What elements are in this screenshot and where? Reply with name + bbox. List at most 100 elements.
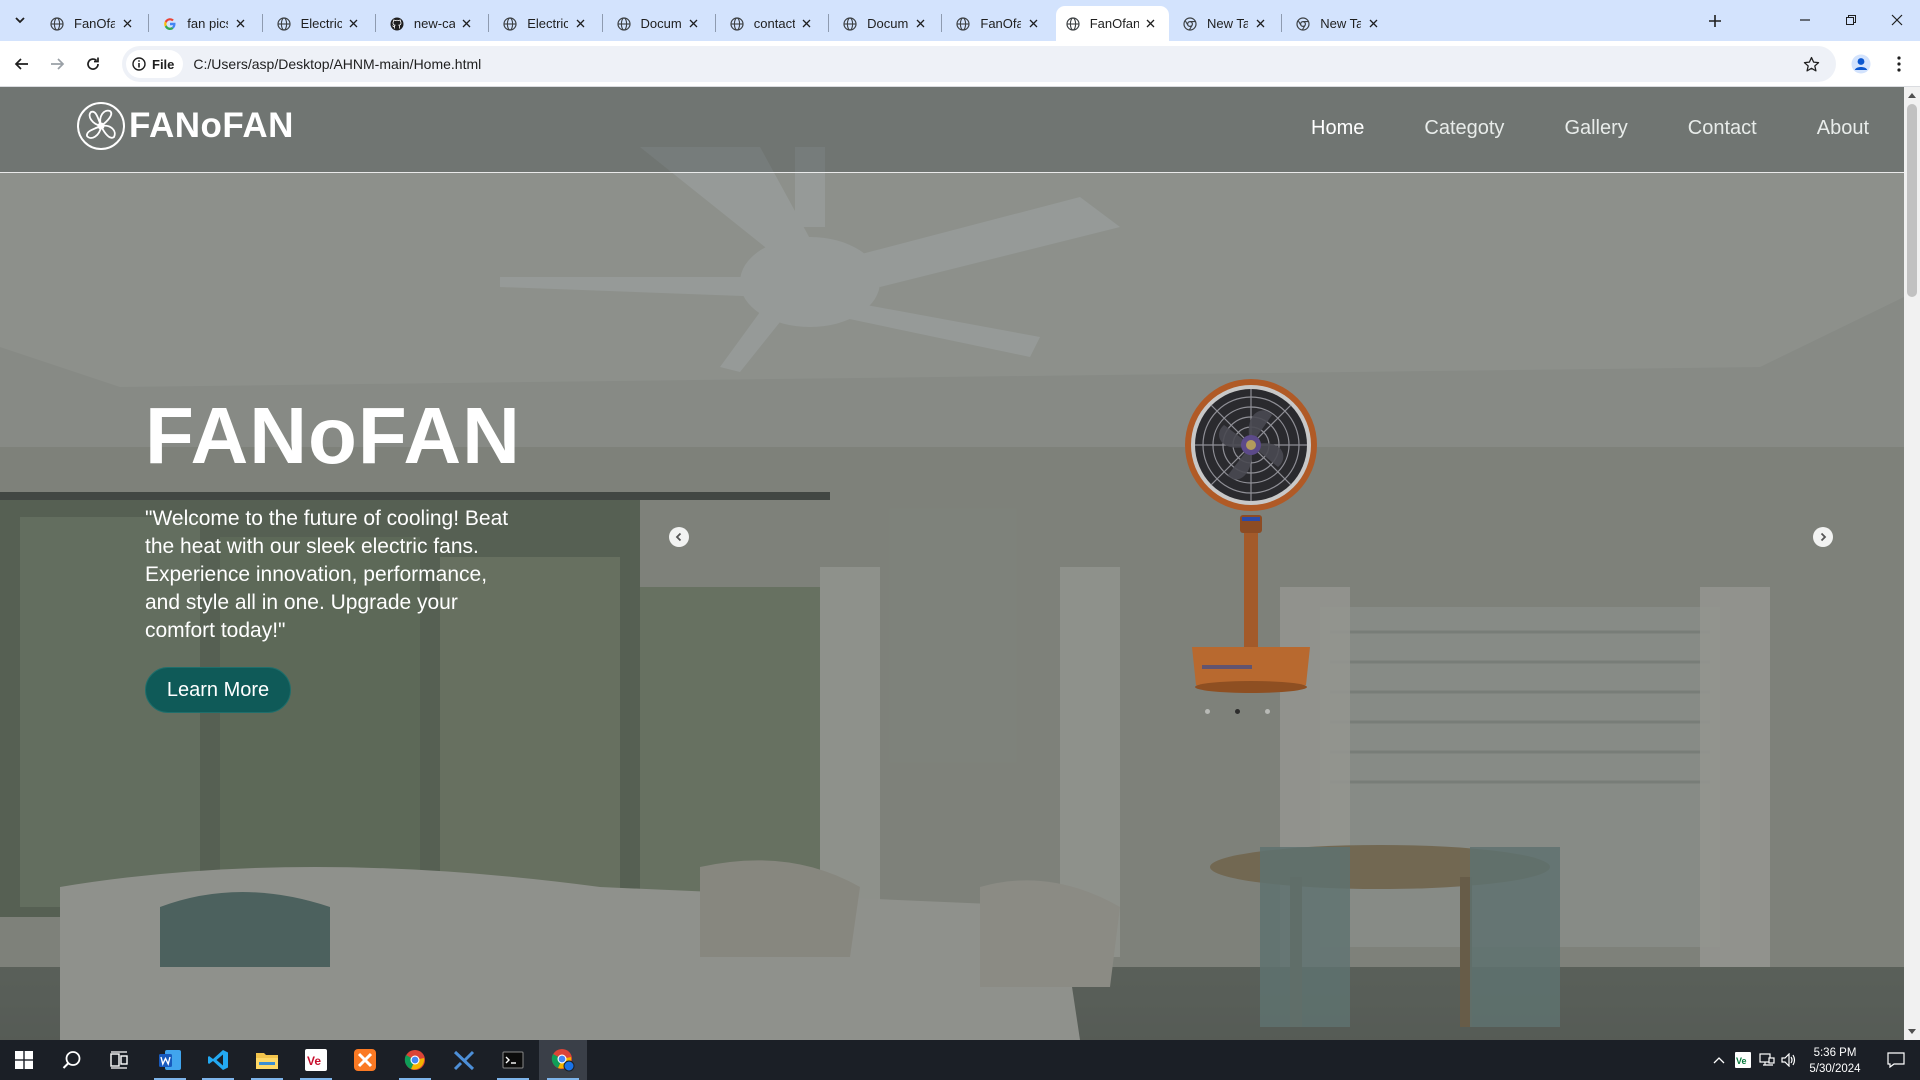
scroll-down-arrow[interactable] bbox=[1908, 1028, 1916, 1036]
taskbar-terminal[interactable] bbox=[489, 1040, 537, 1080]
clock-time: 5:36 PM bbox=[1813, 1047, 1857, 1059]
forward-button[interactable] bbox=[43, 50, 71, 78]
globe-icon bbox=[843, 16, 857, 31]
tab-title: New Tab bbox=[1207, 16, 1248, 31]
browser-tab[interactable]: New Tab bbox=[1173, 6, 1278, 41]
chrome-icon bbox=[404, 1050, 425, 1070]
reload-button[interactable] bbox=[79, 50, 107, 78]
plus-icon bbox=[1709, 15, 1721, 27]
nav-about[interactable]: About bbox=[1817, 117, 1869, 140]
page-scrollbar[interactable] bbox=[1904, 87, 1920, 1040]
close-tab-icon[interactable] bbox=[912, 16, 928, 32]
carousel-indicator-2[interactable] bbox=[1235, 709, 1240, 714]
vectorworks-tray-icon: Ve bbox=[1735, 1052, 1751, 1068]
restore-button[interactable] bbox=[1828, 0, 1874, 40]
brand[interactable]: FANoFAN bbox=[76, 101, 294, 151]
globe-icon bbox=[730, 16, 744, 31]
chrome-profile-icon bbox=[551, 1049, 575, 1072]
taskbar-vscode[interactable] bbox=[194, 1040, 242, 1080]
taskbar-visual-studio[interactable] bbox=[440, 1040, 488, 1080]
close-tab-icon[interactable] bbox=[686, 16, 702, 32]
taskbar-chrome-profile[interactable] bbox=[539, 1040, 587, 1080]
close-tab-icon[interactable] bbox=[572, 16, 588, 32]
nav-gallery[interactable]: Gallery bbox=[1564, 117, 1627, 140]
address-bar[interactable]: File C:/Users/asp/Desktop/AHNM-main/Home… bbox=[122, 46, 1836, 82]
close-tab-icon[interactable] bbox=[1252, 16, 1268, 32]
browser-menu-button[interactable] bbox=[1885, 50, 1913, 78]
site-info-chip[interactable]: File bbox=[126, 50, 184, 78]
fan-product-image bbox=[1185, 379, 1317, 693]
minimize-icon bbox=[1800, 19, 1810, 21]
browser-tab[interactable]: Document bbox=[833, 6, 938, 41]
browser-tab[interactable]: FanOfan bbox=[1055, 6, 1169, 41]
more-vertical-icon bbox=[1897, 56, 1901, 72]
back-button[interactable] bbox=[8, 50, 36, 78]
nav-contact[interactable]: Contact bbox=[1688, 117, 1757, 140]
carousel-indicator-3[interactable] bbox=[1265, 709, 1270, 714]
visual-studio-icon bbox=[453, 1050, 475, 1071]
vscode-icon bbox=[208, 1050, 228, 1070]
taskbar-search-button[interactable] bbox=[48, 1040, 96, 1080]
browser-tab[interactable]: contact us bbox=[720, 6, 825, 41]
tab-search-button[interactable] bbox=[8, 8, 32, 32]
close-tab-icon[interactable] bbox=[346, 16, 362, 32]
tab-separator bbox=[1281, 14, 1283, 32]
nav-home[interactable]: Home bbox=[1311, 117, 1364, 140]
tray-network[interactable] bbox=[1756, 1040, 1778, 1080]
task-view-button[interactable] bbox=[96, 1040, 144, 1080]
taskbar-xampp[interactable] bbox=[341, 1040, 389, 1080]
taskbar-word[interactable] bbox=[146, 1040, 194, 1080]
new-tab-button[interactable] bbox=[1702, 8, 1728, 34]
close-tab-icon[interactable] bbox=[1143, 16, 1159, 32]
triangle-down-icon bbox=[1908, 1029, 1916, 1034]
svg-text:Ve: Ve bbox=[307, 1054, 321, 1068]
close-tab-icon[interactable] bbox=[232, 16, 248, 32]
bookmark-button[interactable] bbox=[1800, 53, 1822, 75]
close-tab-icon[interactable] bbox=[119, 16, 135, 32]
profile-button[interactable] bbox=[1847, 50, 1875, 78]
hero-title: FANoFAN bbox=[145, 391, 521, 480]
browser-tab[interactable]: new-cards/c bbox=[380, 6, 485, 41]
tab-title: fan pics - Go bbox=[187, 16, 228, 31]
browser-tab[interactable]: fan pics - Go bbox=[153, 6, 258, 41]
taskbar-file-explorer[interactable] bbox=[243, 1040, 291, 1080]
browser-tab[interactable]: FanOfan bbox=[946, 6, 1051, 41]
scrollbar-thumb[interactable] bbox=[1907, 104, 1917, 297]
browser-tab[interactable]: New Tab bbox=[1286, 6, 1391, 41]
browser-tab[interactable]: Document bbox=[607, 6, 712, 41]
tray-volume[interactable] bbox=[1778, 1040, 1800, 1080]
taskbar-vectorworks[interactable]: Ve bbox=[292, 1040, 340, 1080]
url-text[interactable]: C:/Users/asp/Desktop/AHNM-main/Home.html bbox=[193, 56, 481, 72]
close-window-button[interactable] bbox=[1874, 0, 1920, 40]
nav-category[interactable]: Categoty bbox=[1424, 117, 1504, 140]
browser-tab[interactable]: Electric Fan C bbox=[493, 6, 598, 41]
site-header: FANoFAN Home Categoty Gallery Contact Ab… bbox=[0, 87, 1904, 173]
carousel-next-button[interactable] bbox=[1813, 527, 1833, 547]
carousel-indicator-1[interactable] bbox=[1205, 709, 1210, 714]
tab-separator bbox=[374, 14, 376, 32]
close-tab-icon[interactable] bbox=[459, 16, 475, 32]
scroll-up-arrow[interactable] bbox=[1908, 91, 1916, 99]
terminal-icon bbox=[502, 1051, 524, 1069]
show-hidden-icons-button[interactable] bbox=[1708, 1040, 1730, 1080]
xampp-icon bbox=[354, 1049, 376, 1071]
close-tab-icon[interactable] bbox=[1365, 16, 1381, 32]
close-tab-icon[interactable] bbox=[1025, 16, 1041, 32]
tab-separator bbox=[148, 14, 150, 32]
tab-separator bbox=[941, 14, 943, 32]
browser-tab[interactable]: Electric Fan C bbox=[267, 6, 372, 41]
start-button[interactable] bbox=[0, 1040, 48, 1080]
action-center-button[interactable] bbox=[1872, 1040, 1920, 1080]
minimize-button[interactable] bbox=[1782, 0, 1828, 40]
browser-toolbar: File C:/Users/asp/Desktop/AHNM-main/Home… bbox=[0, 41, 1920, 87]
carousel-prev-button[interactable] bbox=[669, 527, 689, 547]
taskbar-chrome[interactable] bbox=[391, 1040, 439, 1080]
close-tab-icon[interactable] bbox=[799, 16, 815, 32]
main-nav: Home Categoty Gallery Contact About bbox=[1251, 117, 1869, 140]
tray-vectorworks[interactable]: Ve bbox=[1732, 1040, 1754, 1080]
globe-icon bbox=[50, 16, 64, 31]
arrow-left-icon bbox=[14, 58, 28, 70]
browser-tab[interactable]: FanOfan bbox=[40, 6, 145, 41]
taskbar-clock[interactable]: 5:36 PM 5/30/2024 bbox=[1800, 1045, 1870, 1077]
learn-more-button[interactable]: Learn More bbox=[145, 667, 291, 713]
